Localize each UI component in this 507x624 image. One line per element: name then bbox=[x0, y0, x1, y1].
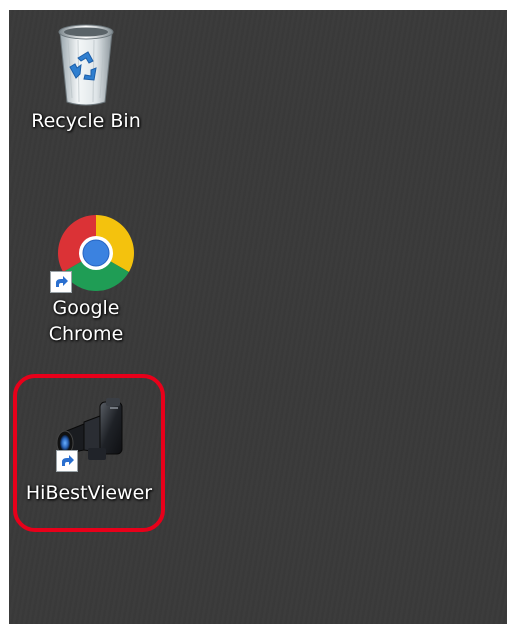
shortcut-arrow-icon bbox=[50, 271, 72, 293]
recycle-bin-label: Recycle Bin bbox=[31, 110, 141, 132]
chrome-label: Google Chrome bbox=[48, 297, 124, 345]
desktop: Recycle Bin Google Chrome HiBestViewer bbox=[9, 10, 507, 624]
desktop-icon-google-chrome[interactable]: Google Chrome bbox=[26, 213, 146, 347]
recycle-bin-icon bbox=[38, 18, 134, 108]
chrome-icon bbox=[38, 213, 134, 295]
desktop-icon-recycle-bin[interactable]: Recycle Bin bbox=[26, 18, 146, 134]
highlight-box bbox=[13, 374, 165, 532]
